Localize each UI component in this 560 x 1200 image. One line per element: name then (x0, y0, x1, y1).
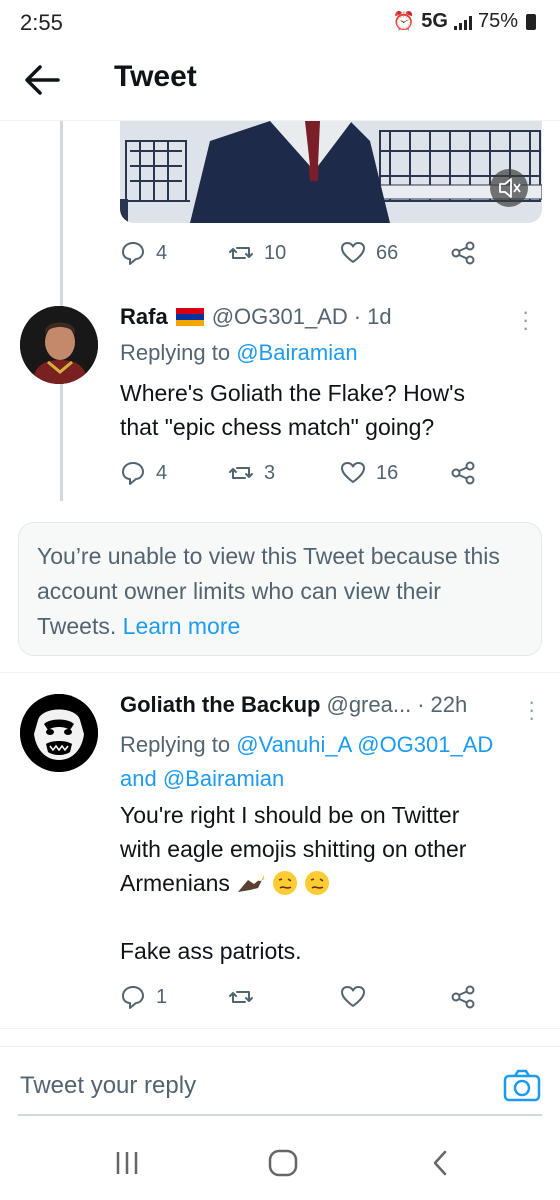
reply-input-underline (18, 1114, 542, 1116)
avatar-rafa[interactable] (20, 306, 98, 384)
back-arrow-icon[interactable] (22, 62, 62, 98)
reply-icon (122, 242, 144, 265)
like-count: 66 (376, 241, 399, 264)
tweet-text-line: Armenians (120, 870, 230, 896)
divider (0, 672, 560, 673)
retweet-count: 3 (264, 461, 276, 484)
battery-percent: 75% (477, 10, 518, 32)
mention-link[interactable]: @Bairamian (236, 340, 357, 365)
retweet-action[interactable]: 3 (228, 460, 275, 486)
tweet-text-goliath: You're right I should be on Twitter with… (120, 798, 540, 968)
more-options-icon[interactable]: · · · (522, 301, 529, 339)
like-action[interactable]: 66 (340, 240, 398, 266)
avatar-goliath[interactable] (20, 694, 98, 772)
author-handle[interactable]: @OG301_AD (212, 304, 348, 330)
camera-icon[interactable] (502, 1068, 542, 1104)
heart-icon (341, 242, 365, 263)
tweet-text-line: You're right I should be on Twitter (120, 802, 460, 828)
avatar-rafa-image (20, 306, 98, 384)
heart-icon (341, 986, 365, 1007)
replying-to-rafa: Replying to @Bairamian (120, 340, 358, 366)
share-icon (451, 241, 475, 265)
network-label: 5G (421, 10, 448, 32)
tweet-text-line: Fake ass patriots. (120, 938, 302, 964)
retweet-icon (229, 991, 253, 1003)
retweet-action[interactable] (228, 984, 254, 1010)
author-handle[interactable]: @grea... (326, 692, 411, 718)
reply-action[interactable]: 1 (120, 984, 167, 1010)
reply-action[interactable]: 4 (120, 240, 167, 266)
reply-input[interactable]: Tweet your reply (20, 1072, 196, 1100)
mute-button[interactable] (490, 169, 528, 207)
woozy-face-emoji-icon (304, 871, 329, 895)
share-icon (451, 461, 475, 485)
tweet-text-line: that "epic chess match" going? (120, 414, 435, 440)
like-action[interactable] (340, 984, 366, 1010)
replying-to-goliath: Replying to @Vanuhi_A @OG301_AD and @Bai… (120, 728, 550, 796)
tweet-time: 1d (367, 304, 392, 329)
tweet-time: 22h (430, 692, 468, 717)
video-frame-image (120, 121, 542, 223)
tweet-header-goliath: Goliath the Backup @grea... · 22h (120, 692, 467, 718)
tweet-media-video[interactable] (120, 121, 542, 223)
mention-link[interactable]: @OG301_AD (357, 732, 493, 757)
like-action[interactable]: 16 (340, 460, 398, 486)
status-icons: ⏰ 5G 75% (393, 10, 536, 33)
eagle-emoji-icon (237, 875, 265, 892)
reply-icon (122, 986, 144, 1009)
tweet-text-line: with eagle emojis shitting on other (120, 836, 467, 862)
home-icon[interactable] (266, 1148, 300, 1178)
gorilla-avatar-image (20, 694, 98, 772)
author-name[interactable]: Rafa (120, 304, 168, 330)
armenian-flag-icon (175, 308, 204, 326)
status-time: 2:55 (20, 10, 63, 35)
reply-count: 1 (156, 985, 168, 1008)
and-text: and (120, 766, 157, 791)
heart-icon (341, 462, 365, 483)
reply-bar-divider (0, 1046, 560, 1047)
battery-icon (526, 13, 536, 30)
notice-text: You’re unable to view this Tweet because… (37, 543, 500, 639)
reply-count: 4 (156, 461, 168, 484)
reply-count: 4 (156, 241, 168, 264)
more-options-icon[interactable]: · · · (528, 691, 535, 729)
reply-action[interactable]: 4 (120, 460, 167, 486)
learn-more-link[interactable]: Learn more (123, 613, 241, 639)
tweet-text-rafa: Where's Goliath the Flake? How's that "e… (120, 376, 540, 444)
retweet-icon (229, 467, 253, 479)
tweet-text-line-with-emoji: Armenians (120, 866, 540, 900)
signal-icon (453, 14, 472, 30)
tweet-text-line: Where's Goliath the Flake? How's (120, 380, 465, 406)
retweet-action[interactable]: 10 (228, 240, 286, 266)
mute-icon (499, 178, 521, 198)
divider (0, 1028, 560, 1029)
page-title: Tweet (114, 60, 197, 93)
replying-prefix: Replying to (120, 340, 231, 365)
share-action[interactable] (450, 240, 476, 266)
retweet-icon (229, 247, 253, 259)
replying-prefix: Replying to (120, 732, 231, 757)
share-action[interactable] (450, 984, 476, 1010)
author-name[interactable]: Goliath the Backup (120, 692, 320, 718)
protected-tweet-notice: You’re unable to view this Tweet because… (18, 522, 542, 656)
share-icon (451, 985, 475, 1009)
retweet-count: 10 (264, 241, 287, 264)
back-nav-icon[interactable] (428, 1148, 452, 1178)
recent-apps-icon[interactable] (112, 1148, 142, 1178)
woozy-face-emoji-icon (272, 871, 297, 895)
mention-link[interactable]: @Vanuhi_A (236, 732, 351, 757)
separator-dot: · (417, 692, 425, 717)
like-count: 16 (376, 461, 399, 484)
alarm-icon: ⏰ (392, 11, 416, 31)
mention-link[interactable]: @Bairamian (163, 766, 284, 791)
reply-icon (122, 462, 144, 485)
share-action[interactable] (450, 460, 476, 486)
separator-dot: · (353, 304, 362, 329)
tweet-header-rafa: Rafa @OG301_AD · 1d (120, 304, 392, 330)
